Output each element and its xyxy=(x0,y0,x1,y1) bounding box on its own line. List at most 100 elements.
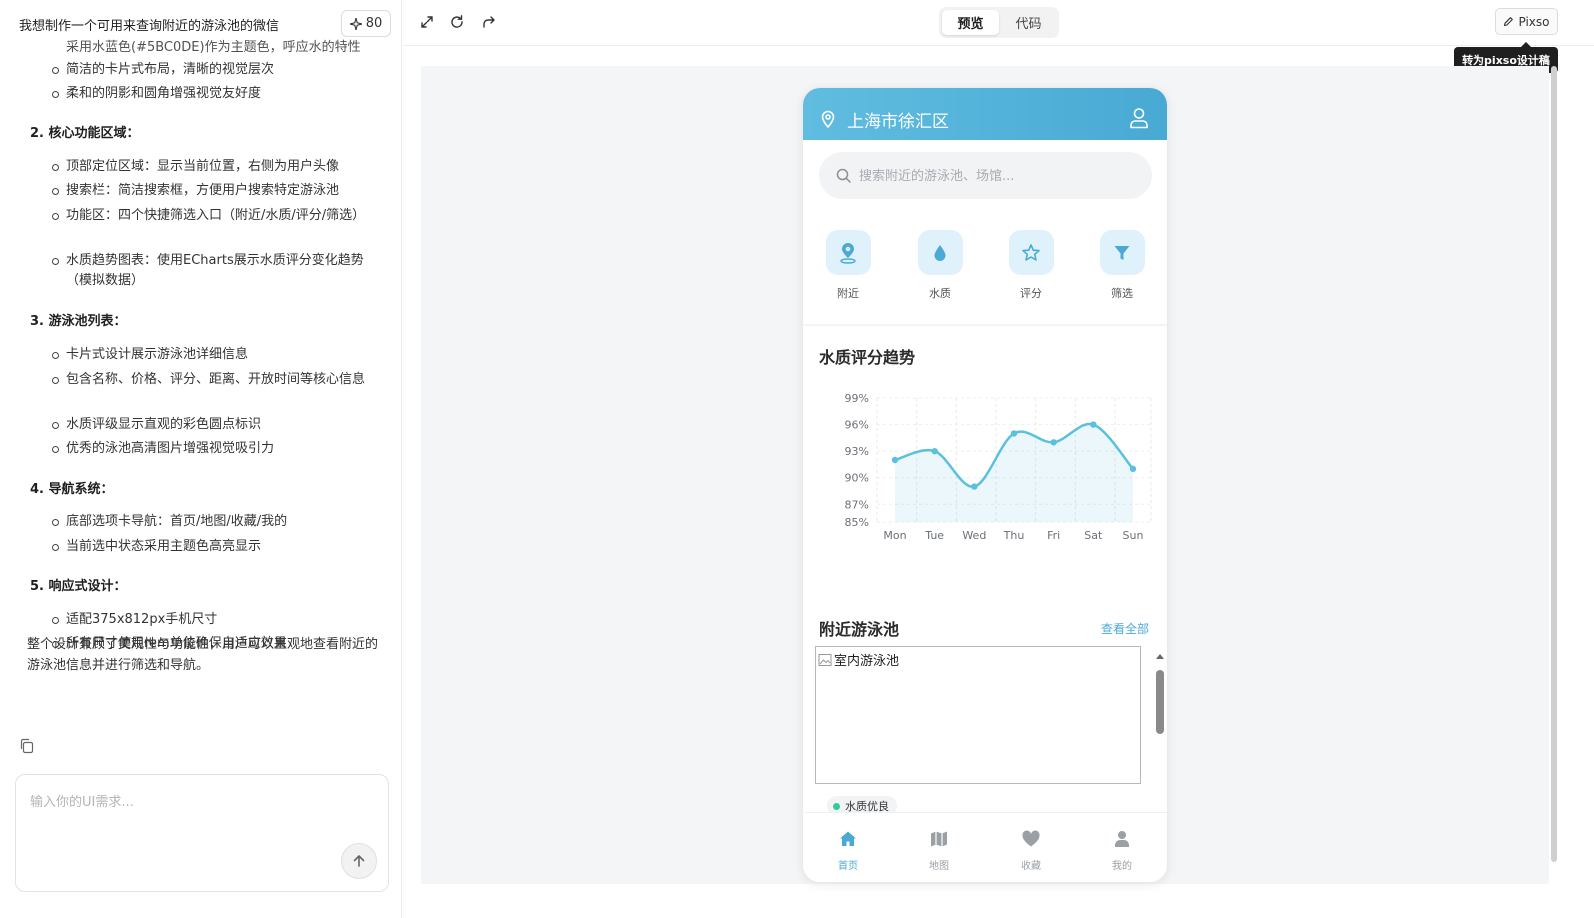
y-tick-label: 93% xyxy=(845,445,869,458)
tab-label: 我的 xyxy=(1112,861,1132,872)
section-heading: 2. 核心功能区域： xyxy=(30,126,140,141)
data-point xyxy=(931,447,938,455)
current-location[interactable]: 上海市徐汇区 xyxy=(847,107,949,132)
chart-title: 水质评分趋势 xyxy=(819,348,916,367)
water-quality-chart: 99% 96% 93% 90% 87% 85% Mon Tue Wed Thu Fri Sat Sun xyxy=(845,392,1152,542)
prompt-input[interactable] xyxy=(30,791,370,831)
quick-filter-rating[interactable]: 评分 xyxy=(1008,230,1054,301)
copy-icon[interactable] xyxy=(19,738,35,754)
user-avatar-icon[interactable] xyxy=(1129,107,1149,129)
list-item: 顶部定位区域：显示当前位置，右侧为用户头像 xyxy=(52,157,381,177)
y-tick-label: 85% xyxy=(845,516,869,529)
x-tick-label: Mon xyxy=(883,529,906,542)
location-pin-icon xyxy=(821,110,835,128)
data-point xyxy=(1050,439,1057,446)
scroll-up-arrow-icon[interactable] xyxy=(1156,654,1164,659)
quick-filter-nearby-box xyxy=(825,230,871,275)
data-point xyxy=(1090,421,1097,428)
expand-icon[interactable] xyxy=(419,14,435,30)
list-item: 优秀的泳池高清图片增强视觉吸引力 xyxy=(52,439,381,459)
credit-badge[interactable]: 80 xyxy=(341,10,391,37)
quality-dot-icon xyxy=(833,802,840,810)
series-area xyxy=(895,423,1133,522)
pool-image[interactable]: 室内游泳池 xyxy=(815,646,1141,784)
quick-filter-label: 水质 xyxy=(929,287,951,300)
quick-filter-water[interactable]: 水质 xyxy=(917,230,963,301)
refresh-icon[interactable] xyxy=(449,14,465,30)
broken-image-icon xyxy=(818,653,832,666)
list-item: 当前选中状态采用主题色高亮显示 xyxy=(52,537,381,557)
prompt-input-box xyxy=(15,774,389,892)
pencil-icon xyxy=(1504,17,1514,27)
list-item: 水质趋势图表：使用ECharts展示水质评分变化趋势（模拟数据） xyxy=(52,251,381,291)
y-tick-label: 99% xyxy=(845,392,869,405)
data-point xyxy=(891,456,899,464)
bottom-tab-bar: 首页 地图 收藏 我的 xyxy=(803,812,1167,882)
quick-filter-filter[interactable]: 筛选 xyxy=(1099,230,1145,301)
tab-label: 收藏 xyxy=(1021,861,1041,872)
send-button[interactable] xyxy=(341,843,377,879)
quick-filter-nearby[interactable]: 附近 xyxy=(825,230,871,301)
location-pin-icon xyxy=(840,242,856,264)
inner-scrollbar-thumb[interactable] xyxy=(1156,670,1164,734)
list-item: 功能区：四个快捷筛选入口（附近/水质/评分/筛选） xyxy=(52,206,381,226)
y-tick-label: 90% xyxy=(845,472,869,485)
x-tick-label: Wed xyxy=(962,529,986,542)
quick-filter-filter-box xyxy=(1099,230,1145,275)
data-point xyxy=(1010,430,1018,437)
heart-icon xyxy=(1022,830,1040,847)
search-icon xyxy=(836,168,851,183)
y-tick-label: 87% xyxy=(845,498,869,511)
x-tick-label: Fri xyxy=(1047,529,1060,542)
search-bar xyxy=(819,152,1152,199)
pool-image-alt: 室内游泳池 xyxy=(818,650,899,669)
tab-profile[interactable]: 我的 xyxy=(1092,829,1152,872)
water-drop-icon xyxy=(934,244,946,261)
section-heading: 4. 导航系统： xyxy=(30,482,114,497)
nearby-pools-title: 附近游泳池 xyxy=(819,620,900,639)
x-tick-label: Sat xyxy=(1084,529,1103,542)
x-tick-label: Sun xyxy=(1123,529,1144,542)
pixso-button[interactable]: Pixso xyxy=(1495,8,1558,35)
map-icon xyxy=(931,831,947,847)
tab-map[interactable]: 地图 xyxy=(909,829,969,872)
tab-home[interactable]: 首页 xyxy=(818,829,878,872)
phone-preview: 上海市徐汇区 附近 xyxy=(802,87,1168,883)
app-window: 我想制作一个可用来查询附近的游泳池的微信 80 采用水蓝色(#5BC0DE)作为… xyxy=(0,0,1594,918)
tab-favorites[interactable]: 收藏 xyxy=(1001,829,1061,872)
tab-code[interactable]: 代码 xyxy=(1000,10,1057,35)
sparkle-icon xyxy=(349,17,362,30)
preview-toolbar: 预览 代码 Pixso xyxy=(403,0,1594,46)
list-item: 适配375x812px手机尺寸 xyxy=(52,610,381,630)
quick-filter-water-box xyxy=(917,230,963,275)
summary-text: 整个设计兼顾了美观性与功能性，用户可以直观地查看附近的游泳池信息并进行筛选和导航… xyxy=(27,637,379,673)
search-input[interactable] xyxy=(859,164,1139,188)
see-all-link[interactable]: 查看全部 xyxy=(1101,620,1149,637)
pixso-label: Pixso xyxy=(1518,14,1550,29)
star-icon xyxy=(1022,243,1040,261)
quick-filter-label: 附近 xyxy=(837,287,859,300)
list-item: 简洁的卡片式布局，清晰的视觉层次 xyxy=(52,60,381,80)
tab-preview[interactable]: 预览 xyxy=(942,10,999,35)
home-icon xyxy=(840,831,856,846)
pool-image-alt-text: 室内游泳池 xyxy=(834,654,900,669)
tab-label: 地图 xyxy=(929,861,949,872)
quick-filter-rating-box xyxy=(1008,230,1054,275)
redo-icon[interactable] xyxy=(481,14,497,30)
x-tick-label: Thu xyxy=(1003,529,1025,542)
list-item: 柔和的阴影和圆角增强视觉友好度 xyxy=(52,84,381,104)
quick-filter-label: 评分 xyxy=(1020,287,1042,300)
section-divider xyxy=(803,324,1167,326)
section-heading: 5. 响应式设计： xyxy=(30,579,127,594)
location-header: 上海市徐汇区 xyxy=(803,88,1167,140)
data-point xyxy=(1129,465,1137,473)
credit-count: 80 xyxy=(365,16,383,31)
canvas-scrollbar[interactable] xyxy=(1551,66,1557,862)
tab-label: 首页 xyxy=(838,861,858,872)
chat-title: 我想制作一个可用来查询附近的游泳池的微信 xyxy=(19,19,280,34)
data-point xyxy=(971,483,978,490)
quick-filter-label: 筛选 xyxy=(1111,287,1133,300)
list-item: 包含名称、价格、评分、距离、开放时间等核心信息 xyxy=(52,370,381,390)
chat-panel: 我想制作一个可用来查询附近的游泳池的微信 80 采用水蓝色(#5BC0DE)作为… xyxy=(0,0,402,918)
filter-icon xyxy=(1114,245,1130,260)
